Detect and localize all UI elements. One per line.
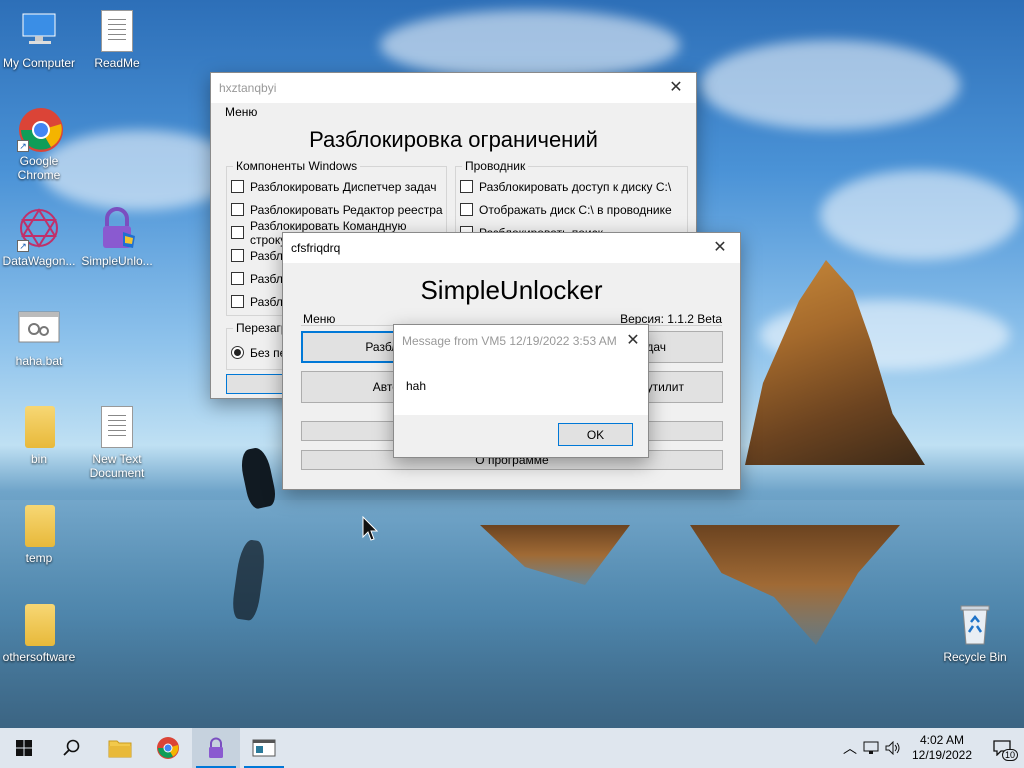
taskbar: ︿ 4:02 AM 12/19/2022 10 — [0, 728, 1024, 768]
menu-bar-item[interactable]: Меню — [211, 103, 696, 121]
text-file-icon — [101, 10, 133, 52]
menu-bar-item[interactable]: Меню — [303, 312, 335, 326]
checkbox-unlock-task-manager[interactable]: Разблокировать Диспетчер задач — [231, 175, 446, 198]
desktop-icon-recycle-bin[interactable]: Recycle Bin — [936, 602, 1014, 664]
clock[interactable]: 4:02 AM 12/19/2022 — [904, 733, 980, 763]
chrome-icon — [157, 737, 179, 759]
desktop-icon-label: Google Chrome — [17, 154, 61, 182]
taskbar-simpleunlocker[interactable] — [192, 728, 240, 768]
checkbox-show-drive-c[interactable]: Отображать диск C:\ в проводнике — [460, 198, 672, 221]
dialog-titlebar[interactable]: Message from VM5 12/19/2022 3:53 AM ✕ — [394, 325, 648, 357]
text-file-icon — [101, 406, 133, 448]
close-icon[interactable]: ✕ — [656, 73, 696, 103]
desktop-icon-label: Recycle Bin — [943, 650, 1007, 664]
ok-button[interactable]: OK — [558, 423, 633, 446]
show-hidden-icons-chevron-icon[interactable]: ︿ — [840, 738, 860, 758]
desktop-icon-label: temp — [25, 551, 53, 565]
app-heading: SimpleUnlocker — [420, 275, 603, 305]
action-center-button[interactable]: 10 — [980, 728, 1024, 768]
desktop-icon-label: SimpleUnlo... — [81, 254, 153, 268]
clock-date: 12/19/2022 — [911, 748, 973, 762]
desktop-icon-label: othersoftware — [2, 650, 76, 664]
message-text: hah — [406, 379, 427, 393]
window-title: hxztanqbyi — [219, 81, 277, 95]
mouse-cursor-icon — [362, 515, 379, 545]
taskbar-app-window[interactable] — [240, 728, 288, 768]
desktop-icon-new-text-document[interactable]: New Text Document — [78, 404, 156, 480]
shortcut-arrow-icon: ↗ — [17, 140, 29, 152]
windows-logo-icon — [16, 740, 32, 756]
folder-icon — [25, 406, 55, 448]
desktop-icon-label: DataWagon... — [2, 254, 76, 268]
datawagon-icon: ↗ — [17, 206, 61, 252]
desktop-icon-label: ReadMe — [94, 56, 140, 70]
desktop-icon-label: My Computer — [2, 56, 76, 70]
desktop-icon-datawagon[interactable]: ↗ DataWagon... — [0, 206, 78, 268]
volume-icon[interactable] — [882, 741, 904, 755]
dialog-title: Message from VM5 12/19/2022 3:53 AM — [402, 334, 617, 348]
recycle-bin-icon — [953, 602, 997, 646]
notification-count-badge: 10 — [1001, 749, 1018, 761]
chrome-icon: ↗ — [17, 106, 63, 152]
start-button[interactable] — [0, 728, 48, 768]
clock-time: 4:02 AM — [919, 733, 965, 747]
shortcut-arrow-icon: ↗ — [17, 240, 29, 252]
padlock-icon — [95, 206, 139, 250]
desktop-icon-my-computer[interactable]: My Computer — [0, 8, 78, 70]
desktop-icon-chrome[interactable]: ↗ Google Chrome — [0, 106, 78, 182]
desktop-icon-label: haha.bat — [15, 354, 63, 368]
window-titlebar[interactable]: hxztanqbyi ✕ — [211, 73, 696, 103]
window-heading: Разблокировка ограничений — [309, 127, 598, 152]
window-titlebar[interactable]: cfsfriqdrq ✕ — [283, 233, 740, 263]
close-icon[interactable]: ✕ — [700, 233, 740, 263]
search-icon — [63, 739, 80, 756]
desktop-icon-simpleunlocker[interactable]: SimpleUnlo... — [78, 206, 156, 268]
taskbar-chrome[interactable] — [144, 728, 192, 768]
search-button[interactable] — [48, 728, 96, 768]
checkbox-unlock-drive-c[interactable]: Разблокировать доступ к диску C:\ — [460, 175, 672, 198]
desktop-icon-haha-bat[interactable]: haha.bat — [0, 306, 78, 368]
radio-no-reboot[interactable]: Без пе — [231, 341, 286, 364]
batch-file-icon — [17, 306, 61, 350]
folder-icon — [25, 604, 55, 646]
desktop-icon-bin[interactable]: bin — [0, 404, 78, 466]
folder-icon — [25, 505, 55, 547]
desktop-icon-label: New Text Document — [89, 452, 145, 480]
network-icon[interactable] — [860, 741, 882, 755]
desktop-icon-label: bin — [30, 452, 47, 466]
desktop-icon-temp[interactable]: temp — [0, 503, 78, 565]
application-window-icon — [252, 739, 276, 757]
computer-icon — [17, 8, 61, 52]
desktop-icon-readme[interactable]: ReadMe — [78, 8, 156, 70]
window-title: cfsfriqdrq — [291, 241, 341, 255]
folder-icon — [108, 740, 132, 758]
desktop-icon-othersoftware[interactable]: othersoftware — [0, 602, 78, 664]
taskbar-file-explorer[interactable] — [96, 728, 144, 768]
message-dialog: Message from VM5 12/19/2022 3:53 AM ✕ ha… — [393, 324, 649, 458]
padlock-icon — [209, 737, 223, 758]
close-icon[interactable]: ✕ — [618, 325, 648, 357]
